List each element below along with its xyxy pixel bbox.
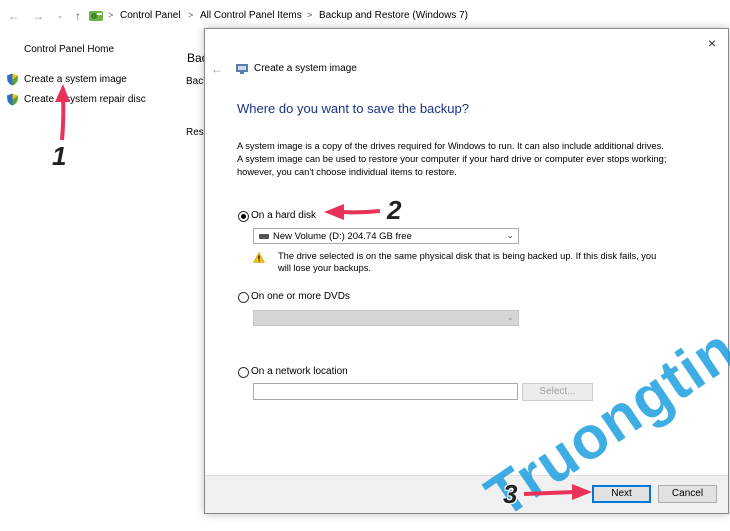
dvd-label[interactable]: On one or more DVDs xyxy=(251,291,350,302)
network-label[interactable]: On a network location xyxy=(251,366,348,377)
select-network-button[interactable]: Select... xyxy=(522,383,593,401)
next-button[interactable]: Next xyxy=(592,485,651,503)
drive-icon xyxy=(259,234,269,239)
backup-icon xyxy=(236,64,248,74)
annotation-number-3: 3 xyxy=(503,479,518,509)
dvd-radio[interactable] xyxy=(238,292,249,303)
forward-arrow-icon[interactable]: → xyxy=(30,8,46,24)
create-repair-disc-link[interactable]: Create a system repair disc xyxy=(24,94,146,105)
control-panel-home-link[interactable]: Control Panel Home xyxy=(24,44,114,55)
back-arrow-icon[interactable]: ← xyxy=(211,62,223,76)
control-panel-icon xyxy=(89,11,103,21)
hard-disk-select[interactable]: New Volume (D:) 204.74 GB free ⌄ xyxy=(253,228,519,244)
dvd-select[interactable]: ⌄ xyxy=(253,310,519,326)
warning-text: The drive selected is on the same physic… xyxy=(278,251,657,273)
breadcrumb-separator: > xyxy=(108,10,114,20)
up-arrow-icon[interactable]: ↑ xyxy=(70,8,86,24)
chevron-down-icon: ⌄ xyxy=(506,312,514,322)
shield-icon xyxy=(7,93,18,106)
breadcrumb-all-items[interactable]: All Control Panel Items xyxy=(200,10,302,21)
annotation-arrow-1 xyxy=(55,84,70,141)
hard-disk-radio[interactable] xyxy=(238,211,249,222)
back-arrow-icon[interactable]: ← xyxy=(6,8,22,24)
dialog-title: Create a system image xyxy=(254,63,357,74)
create-system-image-dialog: × ← Create a system image Where do you w… xyxy=(204,28,729,514)
hard-disk-label[interactable]: On a hard disk xyxy=(251,210,316,221)
breadcrumb-backup-restore[interactable]: Backup and Restore (Windows 7) xyxy=(319,10,468,21)
close-icon[interactable]: × xyxy=(704,35,720,51)
breadcrumb-separator: > xyxy=(307,10,313,20)
description-text: A system image is a copy of the drives r… xyxy=(237,141,667,177)
cancel-button[interactable]: Cancel xyxy=(658,485,717,503)
create-system-image-link[interactable]: Create a system image xyxy=(24,74,127,85)
address-bar[interactable]: > Control Panel > All Control Panel Item… xyxy=(86,4,726,28)
page-heading: Where do you want to save the backup? xyxy=(237,101,469,116)
network-radio[interactable] xyxy=(238,367,249,378)
hard-disk-select-value: New Volume (D:) 204.74 GB free xyxy=(273,231,412,242)
chevron-down-icon: ⌄ xyxy=(506,230,514,240)
annotation-number-2: 2 xyxy=(387,195,402,225)
network-path-input[interactable] xyxy=(253,383,518,400)
warning-icon xyxy=(253,252,265,263)
dialog-footer: Next Cancel xyxy=(205,475,728,513)
shield-icon xyxy=(7,73,18,86)
breadcrumb-control-panel[interactable]: Control Panel xyxy=(120,10,181,21)
recent-locations-chevron-icon[interactable]: ⌄ xyxy=(52,8,68,24)
breadcrumb-separator: > xyxy=(188,10,194,20)
annotation-number-1: 1 xyxy=(52,141,67,171)
